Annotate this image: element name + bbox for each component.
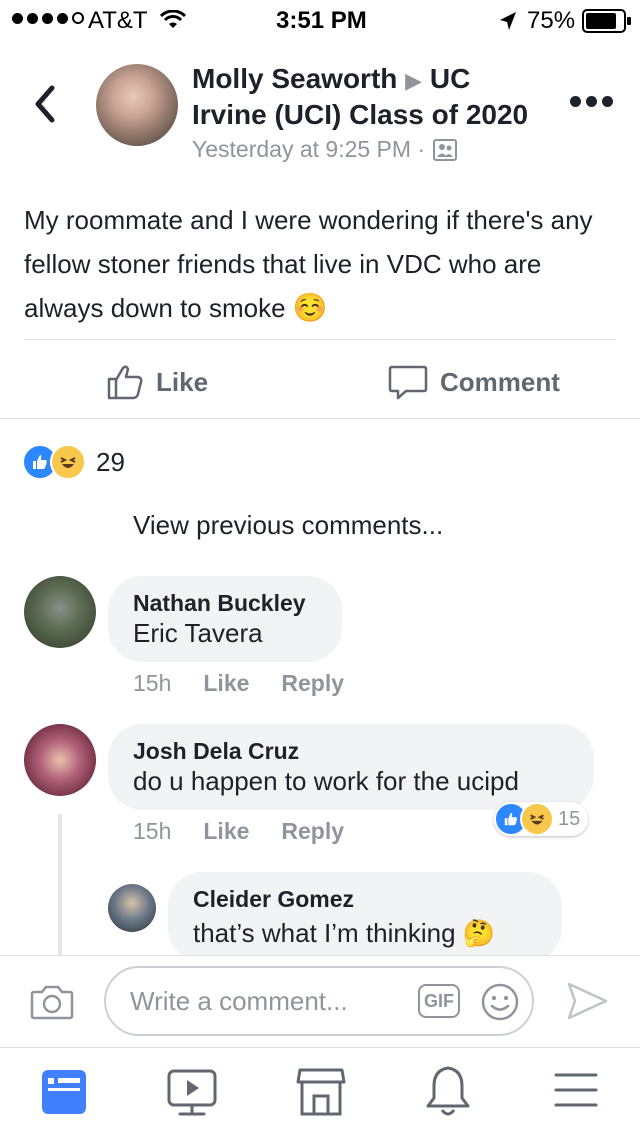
- group-privacy-icon: [433, 138, 458, 161]
- view-previous-comments-link[interactable]: View previous comments...: [133, 510, 443, 541]
- clock: 3:51 PM: [276, 7, 367, 34]
- post-text: My roommate and I were wondering if ther…: [24, 205, 593, 323]
- commenter-name[interactable]: Josh Dela Cruz: [133, 738, 299, 765]
- author-avatar[interactable]: [96, 64, 178, 146]
- commenter-avatar[interactable]: [108, 884, 156, 932]
- post-header-title[interactable]: Molly Seaworth ▶ UC Irvine (UCI) Class o…: [192, 62, 552, 132]
- comment-reaction-count: 15: [558, 807, 581, 830]
- comment-text: that’s what I’m thinking 🤔: [193, 918, 496, 948]
- comment-icon: [388, 365, 428, 400]
- haha-reaction-icon: [50, 444, 86, 480]
- smiley-icon[interactable]: [480, 982, 520, 1022]
- like-button[interactable]: Like: [106, 360, 208, 404]
- wifi-icon: [160, 10, 186, 28]
- reaction-summary[interactable]: 29: [22, 444, 125, 480]
- notifications-icon[interactable]: [424, 1064, 472, 1118]
- battery-icon: [582, 9, 631, 33]
- comment-button[interactable]: Comment: [388, 360, 560, 404]
- marketplace-icon[interactable]: [296, 1066, 346, 1118]
- comment-reaction-badge[interactable]: 15: [494, 802, 589, 836]
- smiling-emoji: ☺️: [292, 292, 328, 323]
- comment-input-placeholder: Write a comment...: [130, 986, 348, 1016]
- back-chevron-icon[interactable]: [30, 84, 64, 124]
- comment-reply-button[interactable]: Reply: [281, 670, 344, 697]
- post-meta: Yesterday at 9:25 PM ·: [192, 136, 458, 163]
- gif-button[interactable]: GIF: [418, 984, 460, 1018]
- author-name[interactable]: Molly Seaworth: [192, 63, 397, 94]
- comment-time: 15h: [133, 670, 172, 696]
- comment-like-button[interactable]: Like: [203, 670, 249, 697]
- camera-icon[interactable]: [30, 984, 74, 1020]
- commenter-name[interactable]: Cleider Gomez: [193, 886, 354, 913]
- thumbs-up-icon: [107, 365, 143, 400]
- more-options-icon[interactable]: [570, 96, 613, 107]
- reaction-count: 29: [96, 446, 125, 477]
- reply-thread-line: [58, 814, 62, 960]
- send-icon[interactable]: [566, 980, 610, 1022]
- comment-actions: 15h Like Reply: [133, 818, 344, 845]
- comment-text: do u happen to work for the ucipd: [133, 766, 519, 796]
- video-icon[interactable]: [166, 1068, 218, 1118]
- haha-reaction-icon: [520, 802, 554, 836]
- commenter-avatar[interactable]: [24, 724, 96, 796]
- post-timestamp: Yesterday at 9:25 PM ·: [192, 136, 426, 162]
- comment-time: 15h: [133, 818, 172, 844]
- divider: [0, 418, 640, 419]
- thinking-emoji: 🤔: [462, 918, 496, 948]
- commenter-avatar[interactable]: [24, 576, 96, 648]
- divider: [24, 339, 616, 340]
- commenter-name[interactable]: Nathan Buckley: [133, 590, 306, 617]
- battery-percent: 75%: [527, 7, 576, 34]
- menu-icon[interactable]: [554, 1072, 598, 1108]
- comment-text: Eric Tavera: [133, 618, 263, 648]
- location-icon: [500, 12, 516, 30]
- comment-actions: 15h Like Reply: [133, 670, 344, 697]
- news-feed-icon[interactable]: [40, 1068, 88, 1116]
- signal-icon: [12, 12, 84, 24]
- status-bar: AT&T 3:51 PM 75%: [0, 0, 640, 40]
- arrow-right-icon: ▶: [405, 68, 423, 93]
- comment-reply-button[interactable]: Reply: [281, 818, 344, 845]
- comment-like-button[interactable]: Like: [203, 818, 249, 845]
- carrier-label: AT&T: [88, 7, 148, 34]
